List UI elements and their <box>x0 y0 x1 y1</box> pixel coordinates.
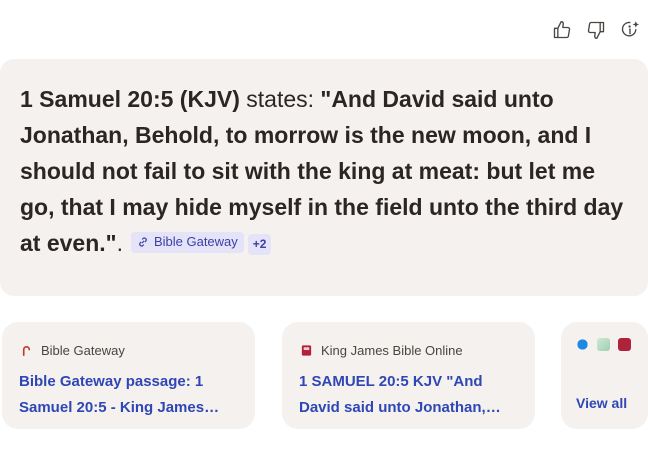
citation-label: Bible Gateway <box>153 234 238 249</box>
link-icon <box>139 237 147 247</box>
citation-chip[interactable]: Bible Gateway <box>130 231 244 253</box>
answer-text: 1 Samuel 20:5 (KJV) states: "And David s… <box>20 81 628 261</box>
source-header: Bible Gateway <box>19 340 239 360</box>
source-card-bible-gateway[interactable]: Bible Gateway Bible Gateway passage: 1 S… <box>2 322 255 429</box>
image-favicon-icon <box>597 338 610 351</box>
end-punctuation: . <box>116 230 123 256</box>
view-all-sources-card[interactable]: View all <box>561 322 648 429</box>
bible-gateway-favicon-icon <box>19 343 33 357</box>
source-site-name: Bible Gateway <box>41 342 125 358</box>
states-text: states: <box>239 86 321 112</box>
thumbs-up-icon <box>553 21 571 39</box>
book-favicon-icon <box>618 338 631 351</box>
view-all-link[interactable]: View all <box>576 395 648 411</box>
source-site-name: King James Bible Online <box>321 342 463 358</box>
source-favicons <box>576 338 648 352</box>
thumbs-up-button[interactable] <box>550 18 574 42</box>
book-favicon-icon <box>299 343 313 357</box>
feedback-bar <box>550 18 642 42</box>
info-sparkle-icon <box>621 21 640 37</box>
citation-more-badge[interactable]: +2 <box>247 234 272 255</box>
source-title[interactable]: Bible Gateway passage: 1 Samuel 20:5 - K… <box>19 369 239 421</box>
info-button[interactable] <box>618 18 642 42</box>
source-header: King James Bible Online <box>299 340 519 360</box>
globe-favicon-icon <box>576 338 589 351</box>
thumbs-down-button[interactable] <box>584 18 608 42</box>
thumbs-down-icon <box>587 21 605 39</box>
verse-reference: 1 Samuel 20:5 (KJV) <box>20 86 240 112</box>
source-card-kjv-online[interactable]: King James Bible Online 1 SAMUEL 20:5 KJ… <box>282 322 535 429</box>
answer-card: 1 Samuel 20:5 (KJV) states: "And David s… <box>0 59 648 296</box>
source-title[interactable]: 1 SAMUEL 20:5 KJV "And David said unto J… <box>299 369 519 421</box>
